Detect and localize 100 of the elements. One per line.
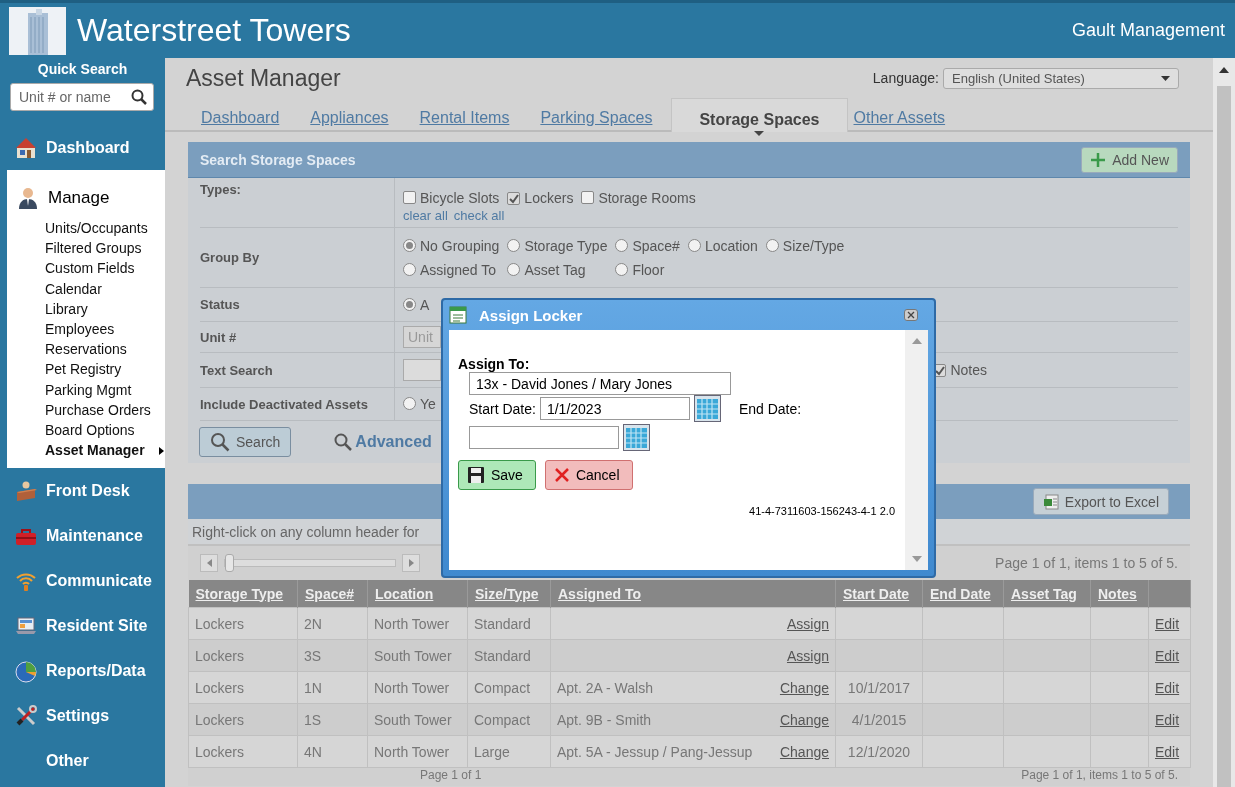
check-icon xyxy=(934,365,946,376)
nav-item[interactable]: Settings xyxy=(0,693,165,739)
table-cell: 1S xyxy=(304,711,322,728)
column-header[interactable]: Notes xyxy=(1090,580,1149,608)
nav-item[interactable]: Front Desk xyxy=(0,468,165,514)
building-drawing xyxy=(25,8,50,55)
checkbox[interactable] xyxy=(581,191,595,204)
assign-link[interactable]: Change xyxy=(779,679,829,696)
unit-field[interactable]: Unit xyxy=(403,326,441,348)
add-new-button[interactable]: Add New xyxy=(1081,146,1178,173)
nav-item[interactable]: Manage xyxy=(7,178,165,218)
radio-button[interactable] xyxy=(765,238,779,252)
nav-item[interactable]: Maintenance xyxy=(0,513,165,559)
end-date-field[interactable] xyxy=(469,426,619,449)
close-button[interactable] xyxy=(904,309,918,321)
radio-button[interactable] xyxy=(615,238,629,252)
check-icon xyxy=(508,193,520,204)
radio-option[interactable]: Space# xyxy=(615,237,680,254)
radio-button[interactable] xyxy=(507,238,521,252)
nav-item[interactable]: Communicate xyxy=(0,558,165,604)
nav-link[interactable]: Reservations xyxy=(7,339,165,360)
radio-button[interactable] xyxy=(403,297,416,311)
scroll-up-icon xyxy=(1219,67,1229,73)
radio-option[interactable]: A xyxy=(403,296,430,313)
checkbox-option[interactable]: Bicycle Slots xyxy=(403,190,500,206)
spreadsheet-icon xyxy=(1042,493,1059,510)
nav-item[interactable]: Dashboard xyxy=(0,125,165,170)
radio-button[interactable] xyxy=(403,397,416,410)
radio-option[interactable]: Ye xyxy=(403,396,436,412)
nav-link[interactable]: Asset Manager xyxy=(7,440,165,461)
tab[interactable]: Rental Items xyxy=(419,109,522,130)
field-label: Types: xyxy=(200,182,241,197)
checkbox[interactable] xyxy=(507,192,521,205)
column-header[interactable]: Start Date xyxy=(835,580,923,608)
nav-link[interactable]: Calendar xyxy=(7,278,165,299)
radio-button[interactable] xyxy=(403,262,416,276)
radio-button[interactable] xyxy=(507,262,521,276)
save-button[interactable]: Save xyxy=(458,460,536,490)
column-header[interactable]: Assigned To xyxy=(550,580,836,608)
radio-option[interactable]: Asset Tag xyxy=(507,261,608,278)
radio-button[interactable] xyxy=(687,238,701,252)
slider-thumb[interactable] xyxy=(225,554,234,572)
version-code: 41-4-7311603-156243-4-1 2.0 xyxy=(749,505,895,517)
nav-link[interactable]: Custom Fields xyxy=(7,258,165,279)
language-dropdown[interactable]: English (United States) xyxy=(943,67,1179,89)
nav-link[interactable]: Purchase Orders xyxy=(7,399,165,421)
x-icon xyxy=(553,467,570,483)
text-link[interactable]: check all xyxy=(453,208,505,223)
radio-option[interactable]: Assigned To xyxy=(403,261,500,278)
company-name: Gault Management xyxy=(1071,20,1225,41)
nav-link[interactable]: Library xyxy=(7,298,165,319)
checkbox-option[interactable]: Storage Rooms xyxy=(581,190,696,206)
column-header[interactable]: Asset Tag xyxy=(1003,580,1091,608)
tab[interactable]: Parking Spaces xyxy=(540,109,665,130)
export-button[interactable]: Export to Excel xyxy=(1032,488,1169,515)
radio-option[interactable]: Size/Type xyxy=(765,237,845,254)
nav-item[interactable]: Reports/Data xyxy=(0,648,165,694)
advanced-search-link[interactable]: Advanced xyxy=(334,433,432,451)
assign-link[interactable]: Assign xyxy=(786,615,829,632)
text-search-field[interactable] xyxy=(403,359,441,381)
assign-to-field[interactable]: 13x - David Jones / Mary Jones xyxy=(469,372,731,395)
column-header[interactable]: Size/Type xyxy=(467,580,551,608)
text-link[interactable]: clear all xyxy=(403,208,448,223)
language-label: Language: xyxy=(872,70,939,86)
nav-link[interactable]: Employees xyxy=(7,319,165,340)
nav-item[interactable]: Resident Site xyxy=(0,603,165,649)
radio-option[interactable]: Floor xyxy=(615,261,680,278)
column-header[interactable]: Storage Type xyxy=(188,580,298,608)
checkbox-option[interactable]: Lockers xyxy=(507,190,574,206)
pager-summary: Page 1 of 1, items 1 to 5 of 5. xyxy=(995,555,1178,571)
column-header[interactable]: Space# xyxy=(297,580,368,608)
radio-button[interactable] xyxy=(403,238,416,252)
calendar-icon xyxy=(623,424,650,451)
radio-button[interactable] xyxy=(615,262,629,276)
radio-option[interactable]: Storage Type xyxy=(507,237,608,254)
search-icon xyxy=(210,432,230,452)
nav-link[interactable]: Units/Occupants xyxy=(7,218,165,239)
start-date-field[interactable]: 1/1/2023 xyxy=(539,397,690,420)
tab[interactable]: Other Assets xyxy=(853,109,958,130)
nav-link[interactable]: Board Options xyxy=(7,420,165,441)
assign-link[interactable]: Change xyxy=(779,711,829,728)
nav-link[interactable]: Parking Mgmt xyxy=(7,379,165,400)
radio-option[interactable]: No Grouping xyxy=(403,237,500,254)
nav-item[interactable]: Other xyxy=(0,738,165,784)
column-header[interactable]: End Date xyxy=(922,580,1004,608)
nav-link[interactable]: Filtered Groups xyxy=(7,238,165,259)
assign-link[interactable]: Change xyxy=(779,743,829,760)
nav-link[interactable]: Pet Registry xyxy=(7,359,165,380)
column-header[interactable]: Location xyxy=(367,580,468,608)
quick-search-field[interactable]: Unit # or name xyxy=(10,83,154,111)
site-title: Waterstreet Towers xyxy=(77,12,352,49)
tab[interactable]: Appliances xyxy=(310,109,401,130)
cancel-button[interactable]: Cancel xyxy=(544,460,633,490)
field-label: End Date: xyxy=(738,400,802,417)
tab[interactable]: Dashboard xyxy=(201,109,292,130)
radio-option[interactable]: Location xyxy=(687,237,758,254)
search-button[interactable]: Search xyxy=(199,427,292,457)
field-label: Include Deactivated Assets xyxy=(200,396,368,412)
assign-link[interactable]: Assign xyxy=(786,647,829,664)
checkbox[interactable] xyxy=(403,191,416,204)
